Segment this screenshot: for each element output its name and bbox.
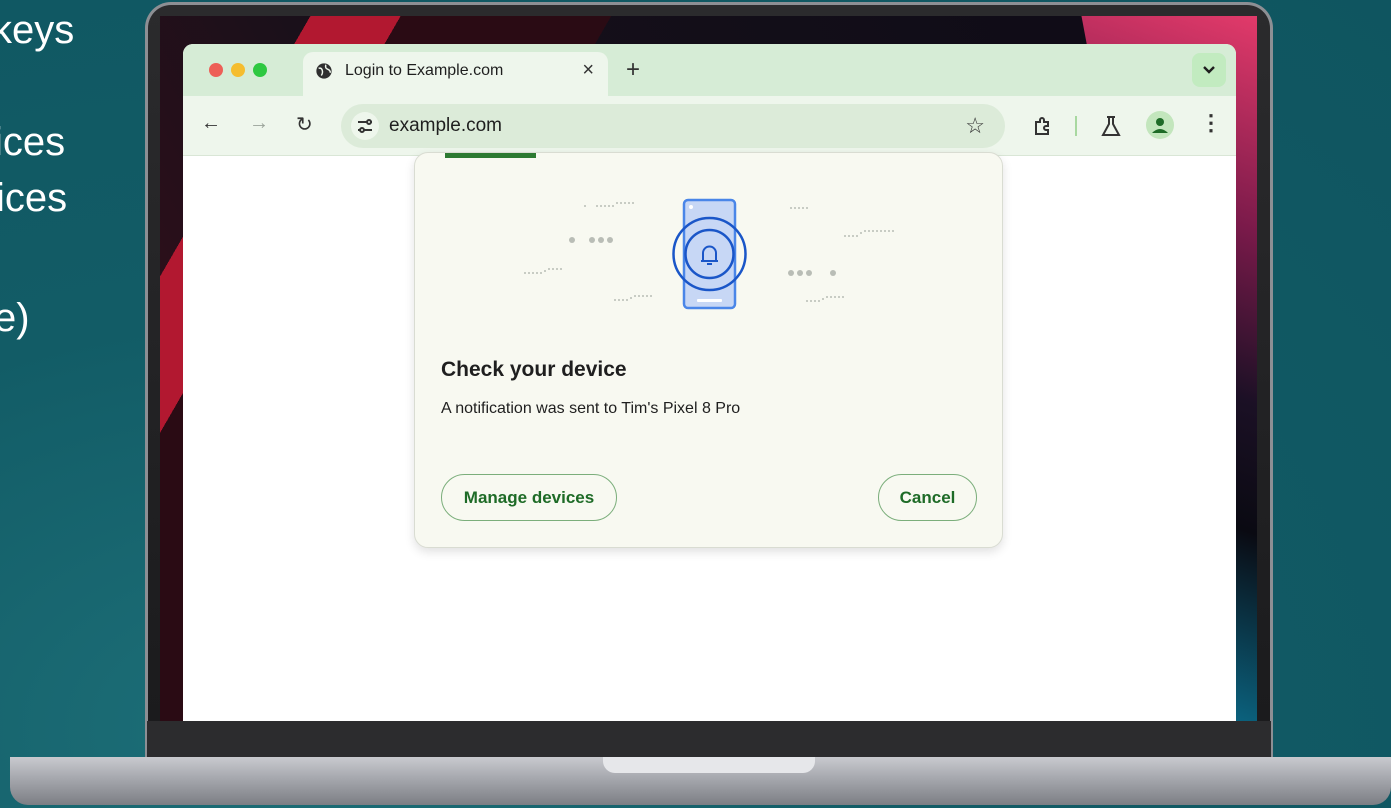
close-icon[interactable]: × xyxy=(582,59,594,82)
tune-icon[interactable] xyxy=(351,112,379,140)
forward-arrow-icon[interactable]: → xyxy=(249,112,269,135)
cancel-button[interactable]: Cancel xyxy=(878,474,977,521)
toolbar: ← → ↻ example.com ☆ ⋮ xyxy=(183,96,1236,156)
slide-text-4: e) xyxy=(0,296,30,340)
slide-text-1: keys xyxy=(0,8,75,52)
tab-login[interactable]: Login to Example.com × xyxy=(303,52,608,96)
slide-text-3: ices xyxy=(0,176,68,220)
passkey-dialog: Check your device A notification was sen… xyxy=(414,152,1003,548)
window-controls xyxy=(209,63,267,77)
tab-bar: Login to Example.com × + xyxy=(183,44,1236,96)
back-arrow-icon[interactable]: ← xyxy=(201,112,221,135)
laptop-notch xyxy=(603,757,815,773)
maximize-window-button[interactable] xyxy=(253,63,267,77)
slide-text-2: ices xyxy=(0,120,66,164)
toolbar-divider xyxy=(1075,116,1077,136)
progress-bar xyxy=(445,153,536,158)
tab-title: Login to Example.com xyxy=(345,62,504,79)
manage-devices-button[interactable]: Manage devices xyxy=(441,474,617,521)
reload-icon[interactable]: ↻ xyxy=(296,112,313,137)
chevron-down-icon xyxy=(1203,66,1215,74)
dialog-heading: Check your device xyxy=(441,358,627,381)
bezel-bottom xyxy=(147,721,1271,757)
extensions-icon[interactable] xyxy=(1031,114,1055,138)
globe-icon xyxy=(316,63,332,79)
close-window-button[interactable] xyxy=(209,63,223,77)
tab-search-button[interactable] xyxy=(1192,53,1226,87)
minimize-window-button[interactable] xyxy=(231,63,245,77)
address-bar[interactable]: example.com ☆ xyxy=(341,104,1005,148)
labs-flask-icon[interactable] xyxy=(1100,114,1122,138)
url-text[interactable]: example.com xyxy=(389,115,502,137)
profile-icon[interactable] xyxy=(1146,111,1174,139)
plus-icon[interactable]: + xyxy=(626,56,640,84)
dialog-message: A notification was sent to Tim's Pixel 8… xyxy=(441,400,741,417)
phone-notification-icon xyxy=(524,198,894,310)
more-vert-icon[interactable]: ⋮ xyxy=(1200,110,1222,136)
star-icon[interactable]: ☆ xyxy=(965,113,985,139)
